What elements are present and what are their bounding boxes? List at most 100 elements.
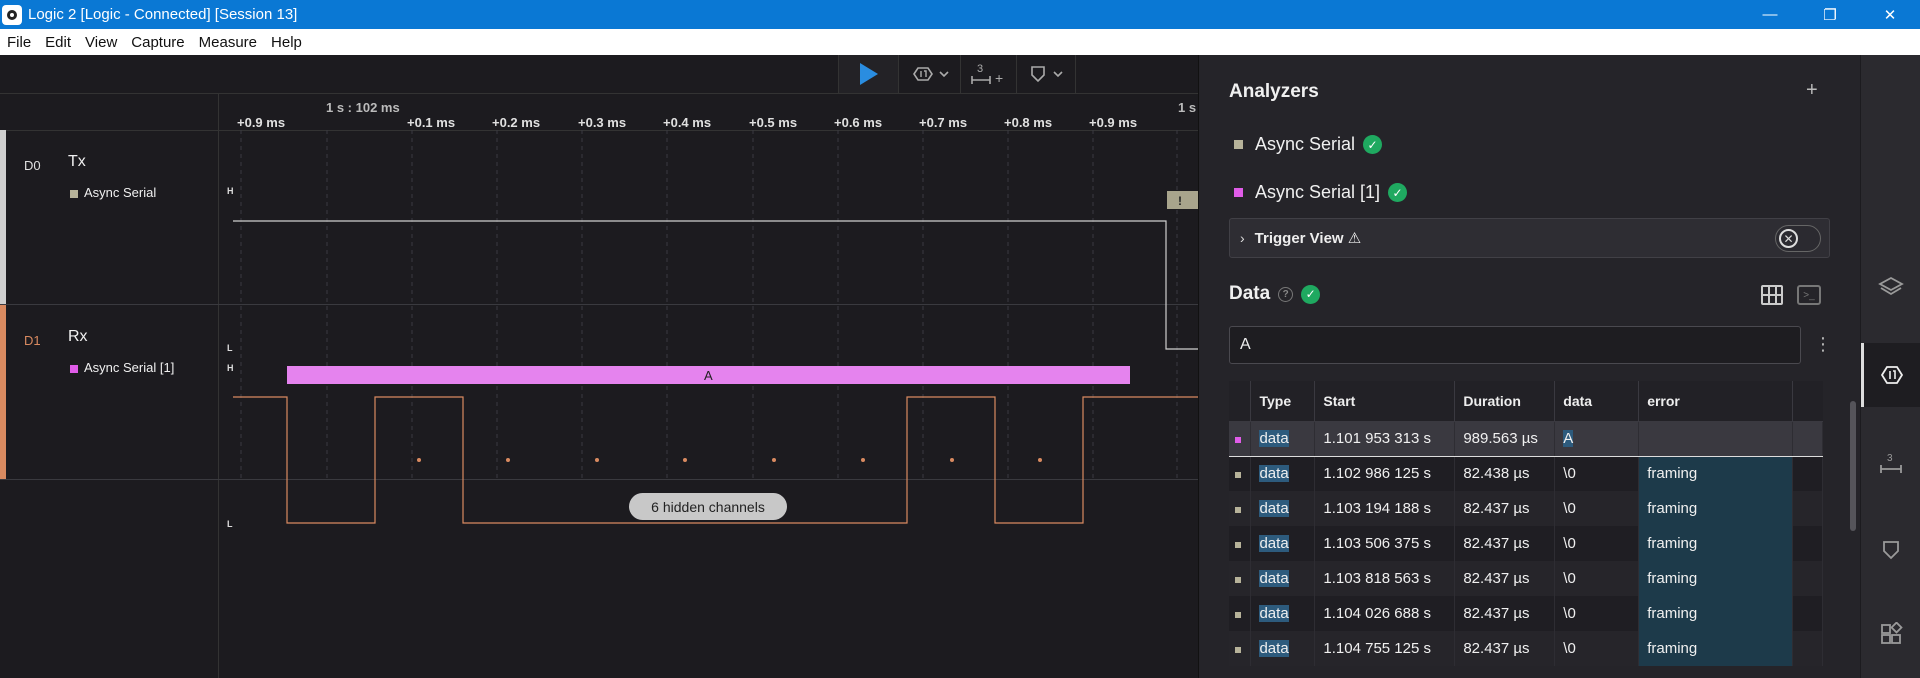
svg-text:3: 3 bbox=[1887, 453, 1893, 464]
title-bar: Logic 2 [Logic - Connected] [Session 13]… bbox=[0, 0, 1920, 29]
table-scrollbar[interactable] bbox=[1850, 401, 1856, 531]
tick-label: +0.1 ms bbox=[407, 115, 456, 130]
tick-label: +0.6 ms bbox=[834, 115, 883, 130]
measure-icon: 3+ bbox=[970, 63, 1003, 86]
channel-d0[interactable]: D0 Tx Async Serial bbox=[0, 130, 219, 304]
sidebar-notes[interactable] bbox=[1861, 518, 1920, 582]
add-measurement-button[interactable]: 3 + bbox=[960, 55, 1016, 93]
menu-bar: File Edit View Capture Measure Help bbox=[0, 29, 1920, 55]
channel-d1[interactable]: D1 Rx Async Serial [1] bbox=[0, 305, 219, 479]
table-row[interactable]: data 1.103 818 563 s 82.437 µs \0 framin… bbox=[1229, 561, 1823, 596]
waveform-canvas[interactable]: H L ! A H L bbox=[219, 130, 1198, 678]
trigger-settings-button[interactable] bbox=[898, 55, 960, 93]
menu-help[interactable]: Help bbox=[264, 34, 309, 51]
help-icon[interactable]: ? bbox=[1278, 286, 1294, 302]
channel-number: D1 bbox=[24, 333, 41, 348]
table-row[interactable]: data 1.103 506 375 s 82.437 µs \0 framin… bbox=[1229, 526, 1823, 561]
row-swatch bbox=[1229, 631, 1252, 666]
channel-number: D0 bbox=[24, 158, 41, 173]
menu-edit[interactable]: Edit bbox=[38, 34, 78, 51]
timing-markers-icon: 3 bbox=[1879, 453, 1902, 473]
sidebar-analyzers[interactable] bbox=[1861, 343, 1920, 407]
tick-label: +0.3 ms bbox=[578, 115, 627, 130]
maximize-button[interactable]: ❐ bbox=[1800, 0, 1860, 29]
row-swatch bbox=[1229, 561, 1252, 596]
sidebar-extensions[interactable] bbox=[1861, 602, 1920, 666]
cell-duration: 82.437 µs bbox=[1454, 491, 1556, 526]
tick-label: +0.9 ms bbox=[237, 115, 286, 130]
analyzer-swatch bbox=[1234, 188, 1243, 197]
cell-filler bbox=[1792, 596, 1823, 631]
waveform-area: 3 + 1 s : 102 ms +0.9 ms +0.1 ms +0.2 ms … bbox=[0, 55, 1198, 678]
measure-plus: + bbox=[995, 70, 1003, 86]
trigger-view-toggle[interactable]: ✕ bbox=[1775, 225, 1821, 252]
more-options-icon[interactable]: ⋮ bbox=[1814, 334, 1832, 355]
extensions-icon bbox=[1880, 622, 1903, 644]
cell-start: 1.103 818 563 s bbox=[1314, 561, 1456, 596]
column-header-duration[interactable]: Duration bbox=[1454, 381, 1556, 422]
cell-error: framing bbox=[1638, 456, 1793, 491]
channel-color-bar bbox=[0, 305, 6, 479]
hidden-channels-button[interactable]: 6 hidden channels bbox=[629, 493, 787, 520]
data-search-input[interactable]: A bbox=[1229, 326, 1801, 364]
sidebar-device-settings[interactable] bbox=[1861, 254, 1920, 318]
row-swatch bbox=[1229, 491, 1252, 526]
channel-analyzer-label: Async Serial [1] bbox=[84, 360, 175, 375]
check-icon: ✓ bbox=[1363, 135, 1383, 154]
table-row[interactable]: data 1.102 986 125 s 82.438 µs \0 framin… bbox=[1229, 456, 1823, 491]
data-title-label: Data bbox=[1229, 283, 1271, 304]
analyzer-name: Async Serial [1] bbox=[1255, 182, 1381, 202]
terminal-view-icon[interactable]: >_ bbox=[1797, 285, 1821, 305]
cell-error: framing bbox=[1638, 491, 1793, 526]
cell-start: 1.104 026 688 s bbox=[1314, 596, 1456, 631]
tx-waveform bbox=[233, 220, 1198, 350]
cell-duration: 82.437 µs bbox=[1454, 596, 1556, 631]
close-window-button[interactable]: ✕ bbox=[1860, 0, 1920, 29]
analyzers-title: Analyzers bbox=[1229, 81, 1319, 102]
chevron-right-icon: › bbox=[1240, 230, 1245, 246]
analyzer-swatch bbox=[70, 364, 78, 373]
table-view-icon[interactable] bbox=[1761, 285, 1783, 305]
table-row[interactable]: data 1.101 953 313 s 989.563 µs A bbox=[1229, 420, 1823, 457]
column-header-type[interactable]: Type bbox=[1250, 381, 1316, 422]
menu-view[interactable]: View bbox=[78, 34, 124, 51]
column-header-start[interactable]: Start bbox=[1314, 381, 1456, 422]
table-row[interactable]: data 1.104 755 125 s 82.437 µs \0 framin… bbox=[1229, 631, 1823, 666]
add-marker-button[interactable] bbox=[1016, 55, 1076, 93]
warning-flag[interactable] bbox=[1167, 191, 1198, 209]
check-icon: ✓ bbox=[1388, 183, 1408, 202]
tick-label: 1 s bbox=[1178, 100, 1197, 115]
menu-capture[interactable]: Capture bbox=[124, 34, 191, 51]
add-analyzer-button[interactable]: + bbox=[1806, 79, 1818, 102]
cell-type: data bbox=[1250, 491, 1316, 526]
cell-filler bbox=[1792, 631, 1823, 666]
analyzer-item[interactable]: Async Serial [1] ✓ bbox=[1234, 182, 1408, 203]
table-row[interactable]: data 1.104 026 688 s 82.437 µs \0 framin… bbox=[1229, 596, 1823, 631]
layers-icon bbox=[1877, 276, 1904, 296]
warning-icon: ! bbox=[1178, 194, 1182, 208]
table-row[interactable]: data 1.103 194 188 s 82.437 µs \0 framin… bbox=[1229, 491, 1823, 526]
cell-start: 1.102 986 125 s bbox=[1314, 456, 1456, 491]
cell-start: 1.101 953 313 s bbox=[1314, 420, 1456, 457]
trigger-view-section[interactable]: › Trigger View ⚠ ✕ bbox=[1229, 218, 1830, 258]
analyzer-name: Async Serial bbox=[1255, 134, 1356, 154]
start-capture-button[interactable] bbox=[838, 55, 898, 93]
cell-data: \0 bbox=[1554, 561, 1640, 596]
minimize-button[interactable]: — bbox=[1740, 0, 1800, 29]
column-header-error[interactable]: error bbox=[1638, 381, 1793, 422]
analyzer-item[interactable]: Async Serial ✓ bbox=[1234, 134, 1383, 155]
menu-file[interactable]: File bbox=[0, 34, 38, 51]
trigger-icon bbox=[912, 67, 949, 81]
cell-type: data bbox=[1250, 526, 1316, 561]
sidebar-timing-markers[interactable]: 3 bbox=[1861, 431, 1920, 495]
cell-data: \0 bbox=[1554, 456, 1640, 491]
cell-error: framing bbox=[1638, 631, 1793, 666]
menu-measure[interactable]: Measure bbox=[192, 34, 264, 51]
column-header-data[interactable]: data bbox=[1554, 381, 1640, 422]
cell-start: 1.103 194 188 s bbox=[1314, 491, 1456, 526]
cell-type: data bbox=[1250, 561, 1316, 596]
measure-count: 3 bbox=[977, 63, 983, 75]
low-level-label: L bbox=[227, 519, 233, 529]
channel-name: Rx bbox=[68, 328, 88, 345]
data-table: Type Start Duration data error data 1.10… bbox=[1229, 381, 1823, 678]
